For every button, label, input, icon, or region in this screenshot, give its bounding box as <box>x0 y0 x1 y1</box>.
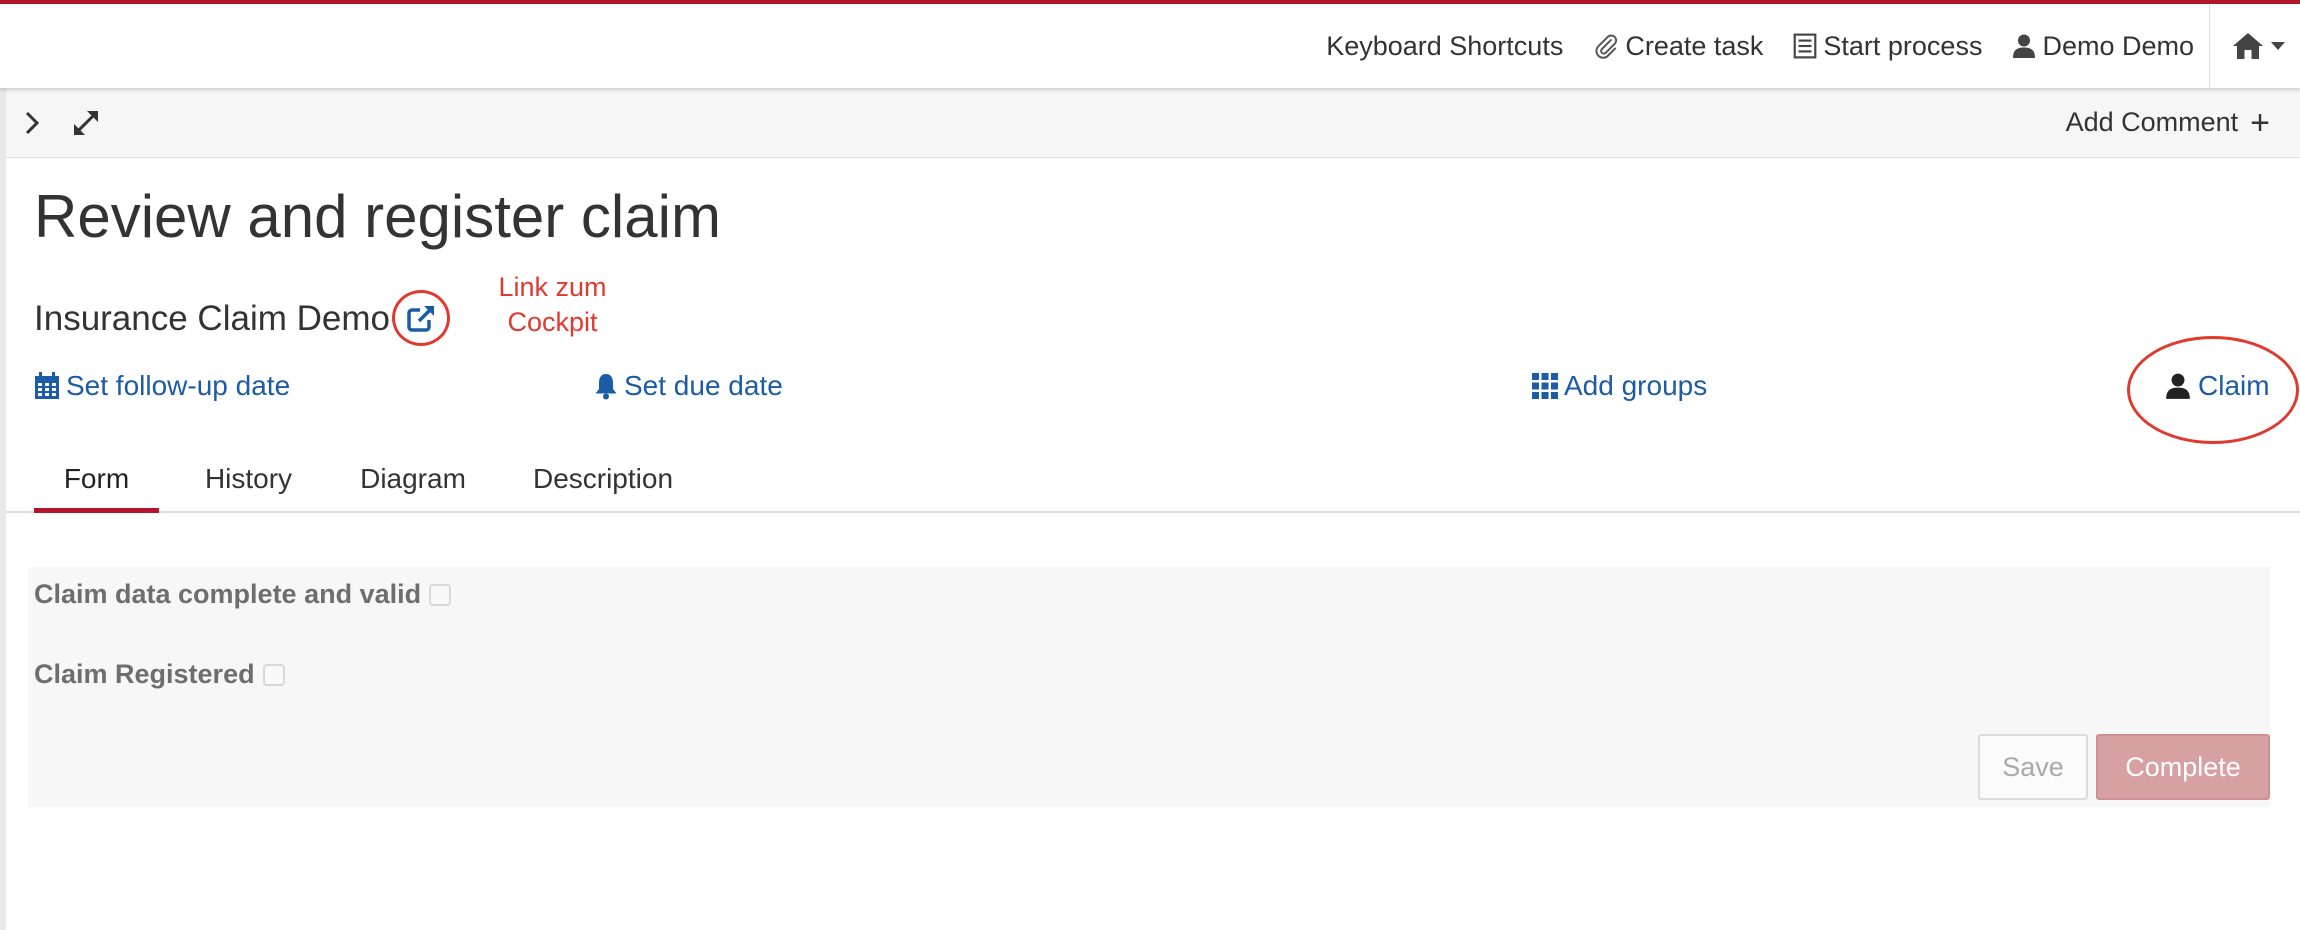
annotation-cockpit-note: Link zum Cockpit <box>470 270 635 340</box>
complete-button[interactable]: Complete <box>2096 734 2270 800</box>
caret-down-icon <box>2271 42 2285 50</box>
set-due-date-link[interactable]: Set due date <box>594 370 783 402</box>
top-navbar: Keyboard Shortcuts Create task Start pro… <box>0 4 2300 88</box>
maximize-button[interactable] <box>64 101 108 145</box>
user-menu[interactable]: Demo Demo <box>1997 4 2209 88</box>
set-follow-up-date-label: Set follow-up date <box>66 370 291 401</box>
cockpit-link[interactable] <box>391 290 450 348</box>
bell-icon <box>595 374 617 400</box>
tab-description[interactable]: Description <box>518 455 688 513</box>
plus-icon: + <box>2250 103 2270 142</box>
home-icon <box>2233 33 2263 59</box>
field-label: Claim data complete and valid <box>34 579 422 609</box>
annotation-circle-claim <box>2127 336 2299 444</box>
tab-diagram[interactable]: Diagram <box>343 455 483 513</box>
tab-description-label: Description <box>532 463 674 494</box>
page-title: Review and register claim <box>34 183 721 250</box>
annotation-circle-cockpit <box>391 290 450 346</box>
task-actions: Set follow-up date Set due date Add grou… <box>0 370 2300 410</box>
process-definition-row: Insurance Claim Demo <box>34 290 450 348</box>
expand-sidebar-button[interactable] <box>10 101 54 145</box>
task-tabs: Form History Diagram Description <box>6 455 2300 513</box>
set-follow-up-date-link[interactable]: Set follow-up date <box>34 370 290 402</box>
chevron-right-icon <box>25 111 40 134</box>
paperclip-icon <box>1595 34 1618 59</box>
process-name: Insurance Claim Demo <box>34 299 390 338</box>
tab-form-label: Form <box>63 463 130 494</box>
expand-icon <box>74 110 98 135</box>
add-groups-link[interactable]: Add groups <box>1532 370 1707 402</box>
user-name: Demo Demo <box>2042 30 2194 61</box>
tab-history-label: History <box>204 463 293 494</box>
list-icon <box>1794 33 1817 59</box>
start-process-link[interactable]: Start process <box>1778 4 1997 88</box>
grid-icon <box>1532 373 1558 399</box>
tab-form[interactable]: Form <box>34 455 159 513</box>
save-button[interactable]: Save <box>1978 734 2088 800</box>
claim-valid-checkbox[interactable] <box>429 583 452 606</box>
annotation-line-2: Cockpit <box>507 307 598 337</box>
keyboard-shortcuts-link[interactable]: Keyboard Shortcuts <box>1311 4 1578 88</box>
set-due-date-label: Set due date <box>624 370 783 401</box>
field-label: Claim Registered <box>34 659 255 689</box>
home-menu[interactable] <box>2210 4 2300 88</box>
start-process-label: Start process <box>1823 30 1983 61</box>
annotation-line-1: Link zum <box>498 272 607 302</box>
user-icon <box>2013 34 2036 58</box>
task-toolbar: Add Comment + <box>6 88 2300 158</box>
create-task-link[interactable]: Create task <box>1578 4 1778 88</box>
tab-diagram-label: Diagram <box>360 463 466 494</box>
task-form: Claim data complete and valid Claim Regi… <box>28 567 2270 807</box>
create-task-label: Create task <box>1625 30 1764 61</box>
form-field-claim-valid: Claim data complete and valid <box>34 579 452 610</box>
form-field-claim-registered: Claim Registered <box>34 659 285 690</box>
add-groups-label: Add groups <box>1564 370 1708 401</box>
add-comment-button[interactable]: Add Comment + <box>2066 106 2270 140</box>
keyboard-shortcuts-label: Keyboard Shortcuts <box>1326 30 1564 61</box>
calendar-icon <box>35 372 59 399</box>
tab-history[interactable]: History <box>186 455 311 513</box>
add-comment-label: Add Comment <box>2065 107 2239 137</box>
claim-registered-checkbox[interactable] <box>262 663 285 686</box>
